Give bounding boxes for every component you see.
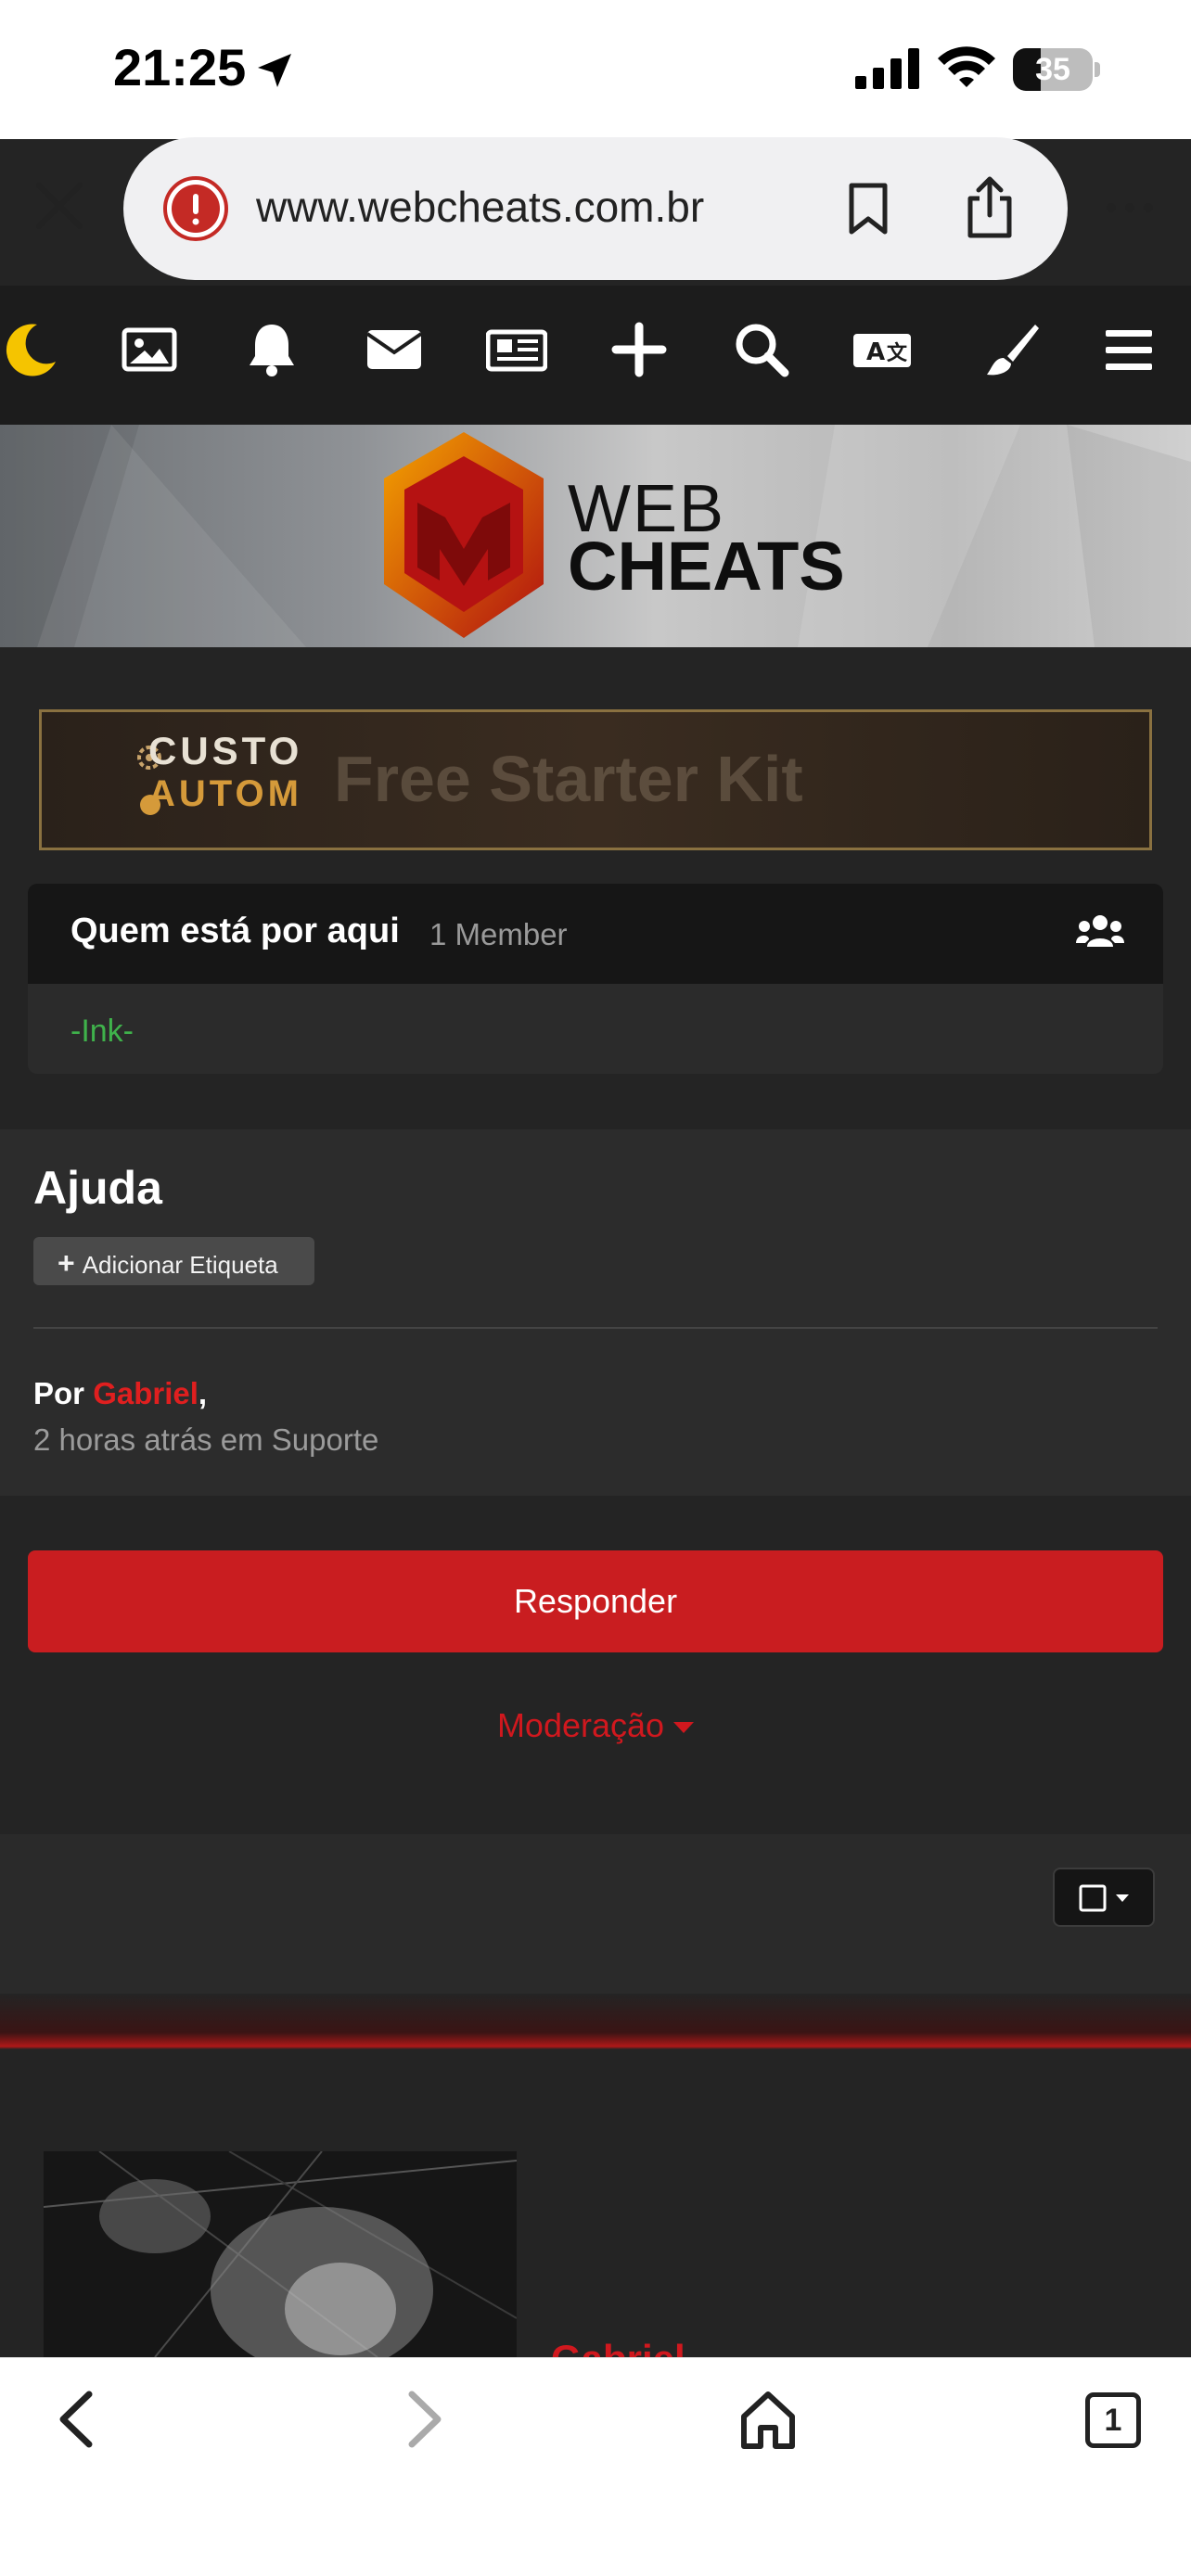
status-bar: 21:25 35 <box>0 0 1191 139</box>
add-tag-button[interactable]: + Adicionar Etiqueta <box>33 1237 314 1285</box>
translate-icon[interactable]: A 文 <box>852 319 913 380</box>
topic-title: Ajuda <box>33 1162 162 1214</box>
chevron-down-icon <box>673 1722 695 1734</box>
moderation-label: Moderação <box>496 1706 665 1744</box>
home-icon[interactable] <box>738 2387 798 2452</box>
tabs-button[interactable]: 1 <box>1085 2392 1141 2448</box>
reply-button[interactable]: Responder <box>28 1550 1163 1652</box>
plus-icon: + <box>58 1246 75 1280</box>
back-icon[interactable] <box>48 2387 108 2452</box>
moderation-menu[interactable]: Moderação <box>0 1706 1191 1745</box>
status-time: 21:25 <box>113 38 247 96</box>
section-divider-glow <box>0 1994 1191 2049</box>
webcheats-logo-mark[interactable] <box>380 428 547 642</box>
moon-icon[interactable] <box>0 319 61 380</box>
mail-icon[interactable] <box>364 319 425 380</box>
insecure-warning-icon[interactable] <box>163 176 228 241</box>
svg-text:A: A <box>866 338 885 366</box>
image-icon[interactable] <box>119 319 180 380</box>
ad-text-auto: AUTOM <box>148 773 302 814</box>
online-users-count: 1 Member <box>429 917 568 951</box>
close-icon[interactable] <box>33 180 85 232</box>
topic-author-link[interactable]: Gabriel <box>93 1376 198 1410</box>
svg-text:文: 文 <box>887 341 908 365</box>
news-icon[interactable] <box>486 319 547 380</box>
add-tag-label: Adicionar Etiqueta <box>82 1251 278 1279</box>
logo-text-cheats[interactable]: CHEATS <box>568 527 845 606</box>
tab-count: 1 <box>1104 2403 1122 2438</box>
brush-icon[interactable] <box>981 319 1043 380</box>
online-users-widget: Quem está por aqui 1 Member -Ink- <box>28 884 1163 1074</box>
forward-icon[interactable] <box>393 2387 453 2452</box>
url-text[interactable]: www.webcheats.com.br <box>256 182 704 232</box>
comma: , <box>198 1376 208 1410</box>
cellular-signal-icon <box>855 48 919 89</box>
users-icon[interactable] <box>1076 912 1124 952</box>
checkbox-icon <box>1079 1884 1129 1912</box>
online-users-header: Quem está por aqui 1 Member <box>28 884 1163 984</box>
by-label: Por <box>33 1376 85 1410</box>
bookmark-icon[interactable] <box>846 182 890 236</box>
post-controls-bar <box>0 1834 1191 1994</box>
battery-level: 35 <box>1035 52 1070 87</box>
online-users-title: Quem está por aqui <box>70 912 400 950</box>
topic-author-line: Por Gabriel, <box>33 1376 207 1411</box>
ad-text-custom: CUSTO <box>148 729 303 772</box>
battery-icon: 35 <box>1013 48 1100 91</box>
plus-icon[interactable] <box>608 319 670 380</box>
bell-icon[interactable] <box>241 319 302 380</box>
topic-meta: 2 horas atrás em Suporte <box>33 1422 379 1457</box>
multi-select-toggle[interactable] <box>1053 1868 1155 1927</box>
wifi-icon <box>938 46 995 87</box>
share-icon[interactable] <box>963 174 1017 241</box>
divider <box>33 1327 1158 1329</box>
menu-icon[interactable] <box>1098 319 1159 380</box>
ad-text-faint: Free Starter Kit <box>334 743 803 815</box>
search-icon[interactable] <box>731 319 792 380</box>
location-arrow-icon <box>258 54 291 87</box>
browser-bottom-bar <box>0 2357 1191 2576</box>
site-toolbar: A 文 <box>0 286 1191 425</box>
online-user-link[interactable]: -Ink- <box>70 1014 134 1050</box>
more-options-icon[interactable] <box>1104 197 1156 219</box>
post-author-avatar[interactable] <box>44 2151 517 2357</box>
